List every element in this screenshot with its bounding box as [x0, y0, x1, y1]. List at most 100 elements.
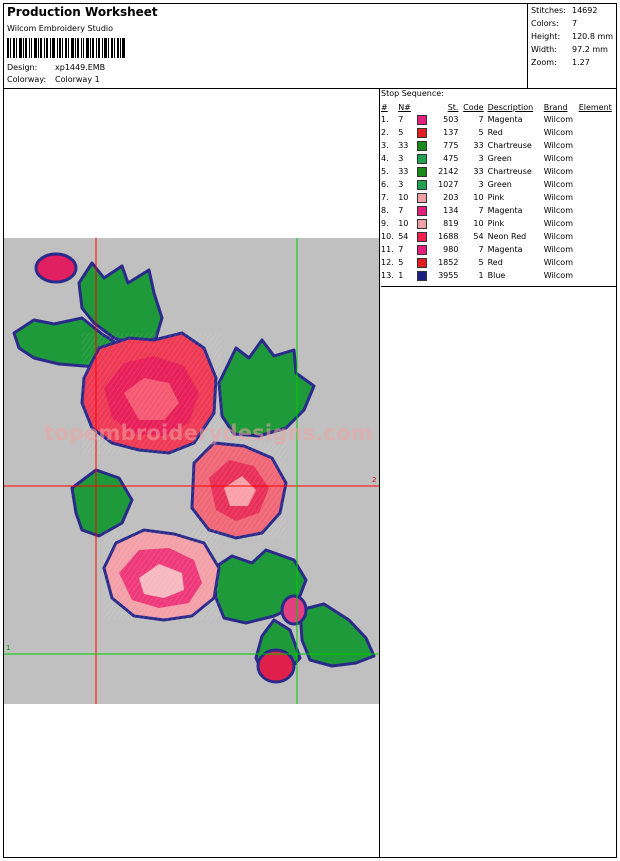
stitch-count: 475 [443, 154, 459, 163]
element-cell [579, 269, 616, 282]
col-header-description: Description [487, 102, 534, 112]
color-description: Neon Red [487, 232, 527, 241]
element-cell [579, 217, 616, 230]
colorway-row: Colorway: Colorway 1 [7, 75, 100, 84]
color-code: 10 [473, 193, 484, 202]
col-header-index: # [381, 102, 388, 112]
color-swatch [415, 243, 434, 256]
color-swatch [415, 178, 434, 191]
color-code: 1 [478, 271, 484, 280]
table-row: 11. 7 980 7 Magenta Wilcom [381, 243, 616, 256]
thread-color-swatch [416, 231, 427, 242]
color-code: 33 [473, 167, 484, 176]
guide-label-green: 1 [6, 644, 11, 652]
needle-number: 1 [398, 271, 404, 280]
stop-index: 11. [381, 245, 394, 254]
colorway-value: Colorway 1 [55, 75, 100, 84]
color-swatch [415, 230, 434, 243]
stitch-count: 1852 [438, 258, 459, 267]
element-cell [579, 113, 616, 126]
col-header-swatch [415, 101, 434, 113]
stop-index: 6. [381, 180, 389, 189]
needle-number: 7 [398, 115, 404, 124]
needle-number: 10 [398, 219, 409, 228]
color-code: 5 [478, 128, 484, 137]
col-header-needle: N# [398, 102, 411, 112]
table-row: 7. 10 203 10 Pink Wilcom [381, 191, 616, 204]
stitch-count: 2142 [438, 167, 459, 176]
needle-number: 7 [398, 206, 404, 215]
thread-brand: Wilcom [543, 258, 573, 267]
thread-brand: Wilcom [543, 219, 573, 228]
color-description: Chartreuse [487, 141, 532, 150]
table-row: 9. 10 819 10 Pink Wilcom [381, 217, 616, 230]
stop-index: 10. [381, 232, 394, 241]
stitch-count: 134 [443, 206, 459, 215]
colorway-label: Colorway: [7, 75, 47, 84]
color-code: 7 [478, 115, 484, 124]
stat-zoom: Zoom: 1.27 [531, 58, 590, 67]
stat-width: Width: 97.2 mm [531, 45, 608, 54]
needle-number: 54 [398, 232, 409, 241]
color-swatch [415, 269, 434, 282]
stitch-count: 980 [443, 245, 459, 254]
thread-brand: Wilcom [543, 232, 573, 241]
color-description: Pink [487, 219, 505, 228]
color-swatch [415, 152, 434, 165]
worksheet-header: Production Worksheet Wilcom Embroidery S… [4, 4, 616, 89]
table-row: 2. 5 137 5 Red Wilcom [381, 126, 616, 139]
thread-brand: Wilcom [543, 167, 573, 176]
thread-color-swatch [416, 257, 427, 268]
worksheet: Production Worksheet Wilcom Embroidery S… [3, 3, 617, 858]
thread-color-swatch [416, 127, 427, 138]
thread-color-swatch [416, 205, 427, 216]
table-row: 12. 5 1852 5 Red Wilcom [381, 256, 616, 269]
stop-index: 2. [381, 128, 389, 137]
needle-number: 5 [398, 258, 404, 267]
color-description: Red [487, 128, 503, 137]
stop-index: 4. [381, 154, 389, 163]
thread-color-swatch [416, 270, 427, 281]
col-header-code: Code [463, 102, 484, 112]
table-row: 6. 3 1027 3 Green Wilcom [381, 178, 616, 191]
design-value: xp1449.EMB [55, 63, 106, 72]
stitch-count: 503 [443, 115, 459, 124]
stat-height: Height: 120.8 mm [531, 32, 614, 41]
element-cell [579, 126, 616, 139]
stitch-count: 203 [443, 193, 459, 202]
stitch-count: 3955 [438, 271, 459, 280]
needle-number: 10 [398, 193, 409, 202]
stop-index: 3. [381, 141, 389, 150]
table-row: 13. 1 3955 1 Blue Wilcom [381, 269, 616, 282]
color-swatch [415, 191, 434, 204]
color-code: 7 [478, 245, 484, 254]
color-description: Blue [487, 271, 506, 280]
stop-index: 7. [381, 193, 389, 202]
color-code: 10 [473, 219, 484, 228]
color-description: Green [487, 154, 512, 163]
color-swatch [415, 165, 434, 178]
color-code: 7 [478, 206, 484, 215]
col-header-stitches: St. [447, 102, 459, 112]
design-label: Design: [7, 63, 38, 72]
color-code: 3 [478, 154, 484, 163]
needle-number: 5 [398, 128, 404, 137]
element-cell [579, 165, 616, 178]
thread-color-swatch [416, 153, 427, 164]
table-row: 8. 7 134 7 Magenta Wilcom [381, 204, 616, 217]
needle-number: 3 [398, 180, 404, 189]
element-cell [579, 256, 616, 269]
thread-color-swatch [416, 218, 427, 229]
stop-index: 9. [381, 219, 389, 228]
thread-brand: Wilcom [543, 128, 573, 137]
color-description: Magenta [487, 206, 523, 215]
design-preview: topembroiderydesigns.com 2 1 [4, 238, 379, 704]
stop-sequence-table: # N# St. Code Description Brand Element … [381, 101, 616, 282]
column-divider [379, 88, 380, 858]
color-code: 33 [473, 141, 484, 150]
stop-index: 1. [381, 115, 389, 124]
color-swatch [415, 256, 434, 269]
table-row: 10. 54 1688 54 Neon Red Wilcom [381, 230, 616, 243]
stat-stitches: Stitches: 14692 [531, 6, 598, 15]
element-cell [579, 178, 616, 191]
